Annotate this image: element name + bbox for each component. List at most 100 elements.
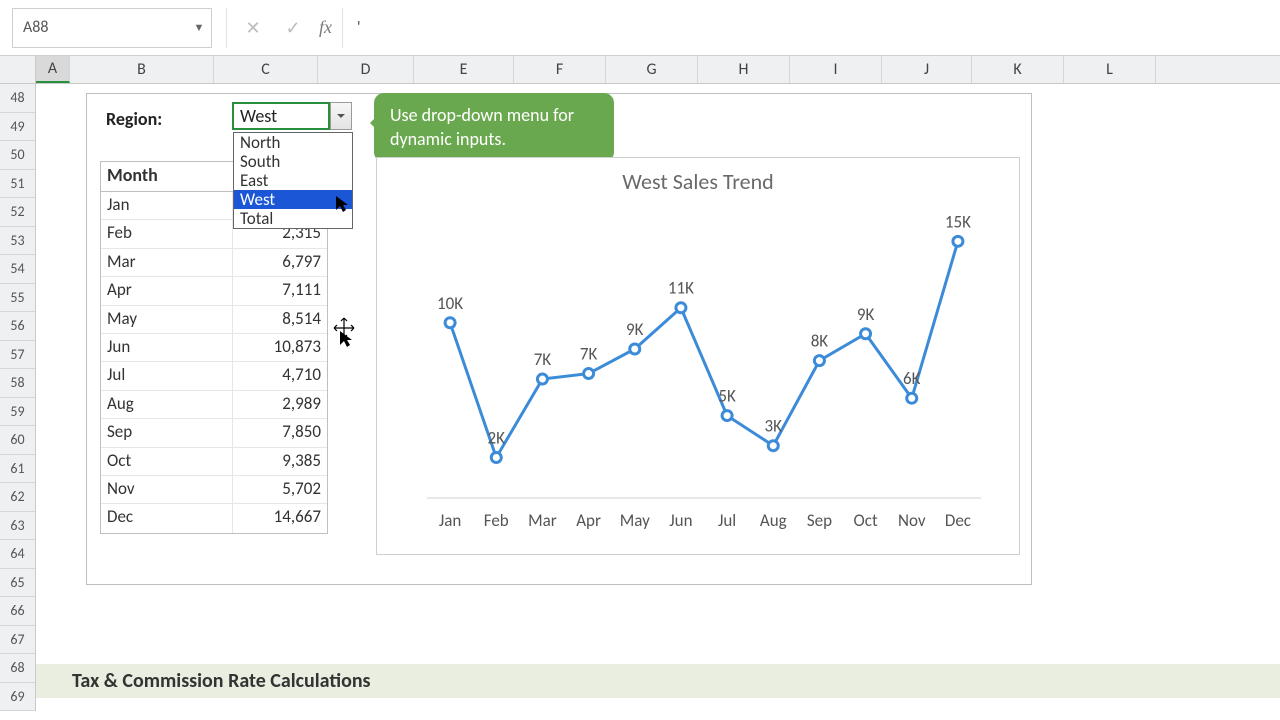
row-header-67[interactable]: 67 — [0, 626, 35, 655]
cell-month: Jun — [101, 334, 233, 361]
row-header-55[interactable]: 55 — [0, 284, 35, 313]
col-header-I[interactable]: I — [790, 56, 882, 83]
col-header-L[interactable]: L — [1064, 56, 1156, 83]
row-header-66[interactable]: 66 — [0, 597, 35, 626]
svg-text:Aug: Aug — [760, 510, 787, 531]
row-header-49[interactable]: 49 — [0, 113, 35, 142]
region-dropdown-button[interactable] — [330, 102, 352, 130]
formula-input[interactable] — [342, 8, 1280, 48]
row-header-48[interactable]: 48 — [0, 84, 35, 113]
dropdown-option-west[interactable]: West — [234, 190, 352, 209]
cell-month: Oct — [101, 448, 233, 475]
chevron-down-icon[interactable]: ▼ — [187, 21, 211, 34]
row-header-60[interactable]: 60 — [0, 426, 35, 455]
table-row: Jun10,873 — [101, 334, 327, 362]
col-header-D[interactable]: D — [318, 56, 414, 83]
fx-icon[interactable]: fx — [319, 17, 332, 38]
svg-text:2K: 2K — [488, 427, 506, 448]
svg-text:Sep: Sep — [807, 510, 832, 531]
cell-value: 5,702 — [233, 476, 327, 503]
col-header-F[interactable]: F — [514, 56, 606, 83]
region-dropdown-cell[interactable]: West — [232, 102, 330, 130]
svg-text:Jul: Jul — [718, 510, 736, 531]
svg-text:9K: 9K — [626, 319, 644, 340]
svg-text:Feb: Feb — [484, 510, 509, 531]
dropdown-option-north[interactable]: North — [234, 133, 352, 152]
col-header-B[interactable]: B — [70, 56, 214, 83]
col-header-H[interactable]: H — [698, 56, 790, 83]
table-row: Oct9,385 — [101, 448, 327, 476]
section-header: Tax & Commission Rate Calculations — [36, 664, 1280, 698]
svg-text:8K: 8K — [811, 331, 829, 352]
dropdown-option-south[interactable]: South — [234, 152, 352, 171]
cell-month: Mar — [101, 249, 233, 276]
table-row: Sep7,850 — [101, 419, 327, 447]
cell-month: Feb — [101, 220, 233, 247]
row-header-57[interactable]: 57 — [0, 341, 35, 370]
svg-text:11K: 11K — [668, 278, 694, 299]
cell-value: 2,989 — [233, 391, 327, 418]
row-header-53[interactable]: 53 — [0, 227, 35, 256]
cell-month: May — [101, 306, 233, 333]
svg-text:Mar: Mar — [528, 510, 557, 531]
row-header-61[interactable]: 61 — [0, 455, 35, 484]
chart-svg: 10K2K7K7K9K11K5K3K8K9K6K15KJanFebMarAprM… — [397, 208, 1001, 543]
tooltip-text: Use drop-down menu for dynamic inputs. — [390, 104, 574, 150]
svg-text:Jun: Jun — [669, 510, 692, 531]
name-box-text: A88 — [13, 18, 187, 37]
cell-value: 7,111 — [233, 277, 327, 304]
tooltip-callout: Use drop-down menu for dynamic inputs. — [374, 93, 614, 162]
col-header-G[interactable]: G — [606, 56, 698, 83]
row-header-50[interactable]: 50 — [0, 141, 35, 170]
cell-value: 14,667 — [233, 504, 327, 532]
row-header-56[interactable]: 56 — [0, 312, 35, 341]
row-header-69[interactable]: 69 — [0, 683, 35, 712]
name-box[interactable]: A88 ▼ — [12, 8, 212, 48]
row-header-64[interactable]: 64 — [0, 540, 35, 569]
cell-month: Sep — [101, 419, 233, 446]
col-header-E[interactable]: E — [414, 56, 514, 83]
table-row: Jul4,710 — [101, 362, 327, 390]
col-header-A[interactable]: A — [36, 56, 70, 83]
row-header-52[interactable]: 52 — [0, 198, 35, 227]
col-month: Month — [101, 162, 233, 191]
cell-value: 8,514 — [233, 306, 327, 333]
row-header-58[interactable]: 58 — [0, 369, 35, 398]
svg-text:Nov: Nov — [898, 510, 926, 531]
row-header-63[interactable]: 63 — [0, 512, 35, 541]
cell-value: 7,850 — [233, 419, 327, 446]
region-label: Region: — [106, 108, 162, 130]
row-header-59[interactable]: 59 — [0, 398, 35, 427]
col-header-J[interactable]: J — [882, 56, 972, 83]
svg-text:Apr: Apr — [576, 510, 601, 531]
cell-month: Dec — [101, 504, 233, 532]
row-header-68[interactable]: 68 — [0, 654, 35, 683]
svg-text:7K: 7K — [534, 349, 552, 370]
select-all-corner[interactable] — [0, 56, 36, 84]
row-header-62[interactable]: 62 — [0, 483, 35, 512]
row-headers: 4849505152535455565758596061626364656667… — [0, 84, 36, 711]
col-header-C[interactable]: C — [214, 56, 318, 83]
region-dropdown-value: West — [240, 105, 277, 127]
dropdown-option-total[interactable]: Total — [234, 209, 352, 228]
cancel-icon[interactable]: ✕ — [233, 8, 273, 48]
cell-value: 6,797 — [233, 249, 327, 276]
accept-icon[interactable]: ✓ — [273, 8, 313, 48]
dropdown-option-east[interactable]: East — [234, 171, 352, 190]
table-row: Aug2,989 — [101, 391, 327, 419]
svg-text:Dec: Dec — [945, 510, 971, 531]
cell-value: 10,873 — [233, 334, 327, 361]
chart-container[interactable]: West Sales Trend 10K2K7K7K9K11K5K3K8K9K6… — [376, 157, 1020, 555]
svg-text:6K: 6K — [903, 368, 921, 389]
region-dropdown-list[interactable]: NorthSouthEastWestTotal — [233, 132, 353, 229]
row-header-54[interactable]: 54 — [0, 255, 35, 284]
row-header-65[interactable]: 65 — [0, 569, 35, 598]
col-header-K[interactable]: K — [972, 56, 1064, 83]
cell-value: 9,385 — [233, 448, 327, 475]
row-header-51[interactable]: 51 — [0, 170, 35, 199]
chart-title: West Sales Trend — [377, 168, 1019, 195]
table-row: Apr7,111 — [101, 277, 327, 305]
table-row: Nov5,702 — [101, 476, 327, 504]
column-headers: ABCDEFGHIJKL — [36, 56, 1280, 84]
section-title: Tax & Commission Rate Calculations — [72, 669, 371, 693]
